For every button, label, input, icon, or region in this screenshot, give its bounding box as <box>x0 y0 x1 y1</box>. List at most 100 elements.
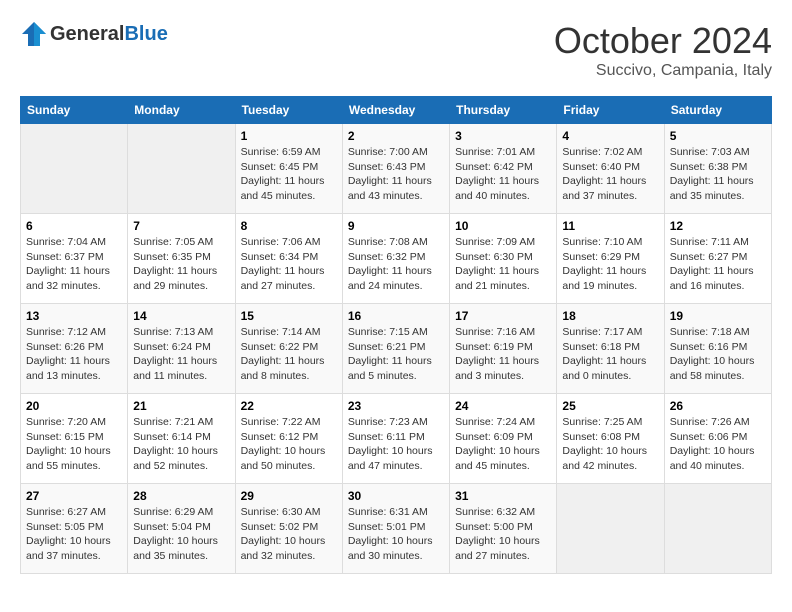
day-number: 29 <box>241 489 337 503</box>
weekday-header-row: SundayMondayTuesdayWednesdayThursdayFrid… <box>21 97 772 124</box>
day-number: 14 <box>133 309 229 323</box>
day-info: Sunrise: 7:17 AM Sunset: 6:18 PM Dayligh… <box>562 325 658 384</box>
calendar-day-cell: 20 Sunrise: 7:20 AM Sunset: 6:15 PM Dayli… <box>21 394 128 484</box>
day-number: 10 <box>455 219 551 233</box>
calendar-day-cell: 14 Sunrise: 7:13 AM Sunset: 6:24 PM Dayli… <box>128 304 235 394</box>
day-number: 5 <box>670 129 766 143</box>
calendar-day-cell: 3Sunrise: 7:01 AM Sunset: 6:42 PM Daylig… <box>450 124 557 214</box>
day-number: 26 <box>670 399 766 413</box>
day-info: Sunrise: 7:12 AM Sunset: 6:26 PM Dayligh… <box>26 325 122 384</box>
calendar-day-cell: 16 Sunrise: 7:15 AM Sunset: 6:21 PM Dayli… <box>342 304 449 394</box>
calendar-day-cell: 28 Sunrise: 6:29 AM Sunset: 5:04 PM Dayli… <box>128 484 235 574</box>
weekday-header: Sunday <box>21 97 128 124</box>
day-info: Sunrise: 7:05 AM Sunset: 6:35 PM Dayligh… <box>133 235 229 294</box>
day-info: Sunrise: 7:08 AM Sunset: 6:32 PM Dayligh… <box>348 235 444 294</box>
day-info: Sunrise: 7:03 AM Sunset: 6:38 PM Dayligh… <box>670 145 766 204</box>
calendar-day-cell: 30 Sunrise: 6:31 AM Sunset: 5:01 PM Dayli… <box>342 484 449 574</box>
day-info: Sunrise: 7:11 AM Sunset: 6:27 PM Dayligh… <box>670 235 766 294</box>
day-info: Sunrise: 7:14 AM Sunset: 6:22 PM Dayligh… <box>241 325 337 384</box>
day-info: Sunrise: 7:15 AM Sunset: 6:21 PM Dayligh… <box>348 325 444 384</box>
calendar-day-cell: 11Sunrise: 7:10 AM Sunset: 6:29 PM Dayli… <box>557 214 664 304</box>
calendar-day-cell: 19 Sunrise: 7:18 AM Sunset: 6:16 PM Dayli… <box>664 304 771 394</box>
day-info: Sunrise: 7:13 AM Sunset: 6:24 PM Dayligh… <box>133 325 229 384</box>
page-header: GeneralBlue October 2024 Succivo, Campan… <box>20 20 772 80</box>
day-number: 17 <box>455 309 551 323</box>
day-info: Sunrise: 7:18 AM Sunset: 6:16 PM Dayligh… <box>670 325 766 384</box>
calendar-week-row: 6 Sunrise: 7:04 AM Sunset: 6:37 PM Daylig… <box>21 214 772 304</box>
day-info: Sunrise: 6:31 AM Sunset: 5:01 PM Dayligh… <box>348 505 444 564</box>
calendar-week-row: 20 Sunrise: 7:20 AM Sunset: 6:15 PM Dayli… <box>21 394 772 484</box>
day-info: Sunrise: 7:24 AM Sunset: 6:09 PM Dayligh… <box>455 415 551 474</box>
calendar-day-cell: 31 Sunrise: 6:32 AM Sunset: 5:00 PM Dayli… <box>450 484 557 574</box>
calendar-day-cell: 24 Sunrise: 7:24 AM Sunset: 6:09 PM Dayli… <box>450 394 557 484</box>
day-info: Sunrise: 7:25 AM Sunset: 6:08 PM Dayligh… <box>562 415 658 474</box>
calendar-day-cell: 9 Sunrise: 7:08 AM Sunset: 6:32 PM Daylig… <box>342 214 449 304</box>
day-info: Sunrise: 7:06 AM Sunset: 6:34 PM Dayligh… <box>241 235 337 294</box>
logo-text: GeneralBlue <box>50 23 168 46</box>
day-number: 22 <box>241 399 337 413</box>
calendar-day-cell: 25 Sunrise: 7:25 AM Sunset: 6:08 PM Dayli… <box>557 394 664 484</box>
calendar-day-cell: 15Sunrise: 7:14 AM Sunset: 6:22 PM Dayli… <box>235 304 342 394</box>
day-number: 6 <box>26 219 122 233</box>
day-number: 20 <box>26 399 122 413</box>
day-info: Sunrise: 7:23 AM Sunset: 6:11 PM Dayligh… <box>348 415 444 474</box>
location: Succivo, Campania, Italy <box>554 62 772 80</box>
calendar-day-cell <box>21 124 128 214</box>
calendar-table: SundayMondayTuesdayWednesdayThursdayFrid… <box>20 96 772 574</box>
day-number: 18 <box>562 309 658 323</box>
day-info: Sunrise: 7:22 AM Sunset: 6:12 PM Dayligh… <box>241 415 337 474</box>
day-info: Sunrise: 6:30 AM Sunset: 5:02 PM Dayligh… <box>241 505 337 564</box>
calendar-day-cell: 26Sunrise: 7:26 AM Sunset: 6:06 PM Dayli… <box>664 394 771 484</box>
calendar-day-cell: 27 Sunrise: 6:27 AM Sunset: 5:05 PM Dayli… <box>21 484 128 574</box>
weekday-header: Monday <box>128 97 235 124</box>
logo-icon <box>20 20 48 48</box>
calendar-day-cell: 22 Sunrise: 7:22 AM Sunset: 6:12 PM Dayli… <box>235 394 342 484</box>
day-number: 3 <box>455 129 551 143</box>
day-number: 27 <box>26 489 122 503</box>
day-number: 30 <box>348 489 444 503</box>
day-number: 1 <box>241 129 337 143</box>
day-number: 25 <box>562 399 658 413</box>
day-number: 4 <box>562 129 658 143</box>
calendar-day-cell: 1Sunrise: 6:59 AM Sunset: 6:45 PM Daylig… <box>235 124 342 214</box>
day-info: Sunrise: 7:21 AM Sunset: 6:14 PM Dayligh… <box>133 415 229 474</box>
day-number: 19 <box>670 309 766 323</box>
day-number: 7 <box>133 219 229 233</box>
calendar-day-cell: 29 Sunrise: 6:30 AM Sunset: 5:02 PM Dayli… <box>235 484 342 574</box>
day-info: Sunrise: 6:29 AM Sunset: 5:04 PM Dayligh… <box>133 505 229 564</box>
calendar-day-cell: 8 Sunrise: 7:06 AM Sunset: 6:34 PM Daylig… <box>235 214 342 304</box>
weekday-header: Friday <box>557 97 664 124</box>
day-info: Sunrise: 7:02 AM Sunset: 6:40 PM Dayligh… <box>562 145 658 204</box>
day-number: 16 <box>348 309 444 323</box>
calendar-day-cell: 13Sunrise: 7:12 AM Sunset: 6:26 PM Dayli… <box>21 304 128 394</box>
day-info: Sunrise: 7:16 AM Sunset: 6:19 PM Dayligh… <box>455 325 551 384</box>
weekday-header: Saturday <box>664 97 771 124</box>
calendar-week-row: 27 Sunrise: 6:27 AM Sunset: 5:05 PM Dayli… <box>21 484 772 574</box>
day-info: Sunrise: 7:04 AM Sunset: 6:37 PM Dayligh… <box>26 235 122 294</box>
day-info: Sunrise: 7:00 AM Sunset: 6:43 PM Dayligh… <box>348 145 444 204</box>
calendar-day-cell <box>664 484 771 574</box>
calendar-day-cell: 18 Sunrise: 7:17 AM Sunset: 6:18 PM Dayli… <box>557 304 664 394</box>
day-info: Sunrise: 6:32 AM Sunset: 5:00 PM Dayligh… <box>455 505 551 564</box>
day-number: 28 <box>133 489 229 503</box>
calendar-day-cell: 4 Sunrise: 7:02 AM Sunset: 6:40 PM Daylig… <box>557 124 664 214</box>
day-number: 31 <box>455 489 551 503</box>
calendar-day-cell: 10 Sunrise: 7:09 AM Sunset: 6:30 PM Dayli… <box>450 214 557 304</box>
calendar-week-row: 1Sunrise: 6:59 AM Sunset: 6:45 PM Daylig… <box>21 124 772 214</box>
calendar-week-row: 13Sunrise: 7:12 AM Sunset: 6:26 PM Dayli… <box>21 304 772 394</box>
month-title: October 2024 <box>554 20 772 62</box>
day-number: 8 <box>241 219 337 233</box>
day-info: Sunrise: 6:27 AM Sunset: 5:05 PM Dayligh… <box>26 505 122 564</box>
logo: GeneralBlue <box>20 20 168 48</box>
weekday-header: Wednesday <box>342 97 449 124</box>
day-info: Sunrise: 7:09 AM Sunset: 6:30 PM Dayligh… <box>455 235 551 294</box>
day-number: 12 <box>670 219 766 233</box>
calendar-day-cell: 23Sunrise: 7:23 AM Sunset: 6:11 PM Dayli… <box>342 394 449 484</box>
weekday-header: Thursday <box>450 97 557 124</box>
calendar-day-cell: 6 Sunrise: 7:04 AM Sunset: 6:37 PM Daylig… <box>21 214 128 304</box>
day-info: Sunrise: 7:20 AM Sunset: 6:15 PM Dayligh… <box>26 415 122 474</box>
calendar-day-cell: 5 Sunrise: 7:03 AM Sunset: 6:38 PM Daylig… <box>664 124 771 214</box>
day-number: 9 <box>348 219 444 233</box>
calendar-day-cell: 17 Sunrise: 7:16 AM Sunset: 6:19 PM Dayli… <box>450 304 557 394</box>
day-number: 24 <box>455 399 551 413</box>
